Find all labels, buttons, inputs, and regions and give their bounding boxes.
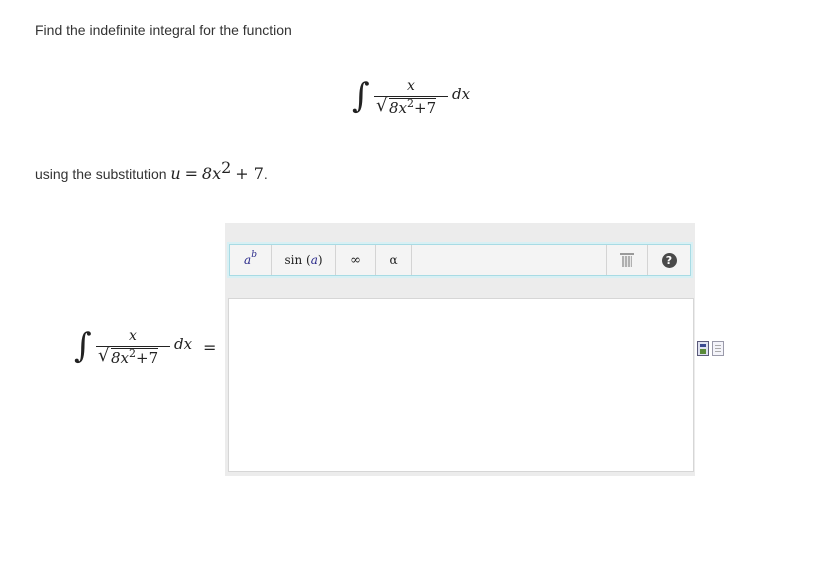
substitution-eq: =	[184, 164, 199, 183]
infinity-button[interactable]: ∞	[336, 245, 376, 275]
integral-sign: ∫	[352, 76, 370, 116]
differential: dx	[452, 85, 471, 103]
help-button[interactable]: ?	[648, 245, 690, 275]
question-prompt: Find the indefinite integral for the fun…	[35, 22, 292, 38]
integral-sign: ∫	[74, 326, 92, 366]
alpha-label: α	[389, 253, 398, 267]
equation-image-icon[interactable]	[697, 341, 709, 356]
radicand-tail: +7	[136, 349, 159, 367]
radicand-tail: +7	[414, 99, 437, 117]
substitution-var: u	[170, 164, 181, 183]
sin-button[interactable]: sin (a)	[272, 245, 336, 275]
radical-sign: √	[376, 95, 388, 116]
infinity-label: ∞	[350, 252, 361, 268]
document-icon[interactable]	[712, 341, 724, 356]
help-icon: ?	[661, 252, 677, 268]
radicand: 8x2+7	[389, 97, 437, 117]
differential: dx	[174, 335, 193, 353]
power-base: a	[244, 253, 252, 267]
integrand-fraction: x √ 8x2+7	[96, 326, 170, 370]
substitution-tail: + 7	[235, 164, 264, 183]
radicand-base: 8x	[111, 349, 130, 367]
clear-button[interactable]	[606, 245, 648, 275]
sin-arg: a	[310, 253, 318, 267]
sin-label: sin	[284, 253, 303, 267]
radicand-base: 8x	[389, 99, 408, 117]
integral-display-top: ∫ x √ 8x2+7 dx	[352, 76, 482, 120]
radical-sign: √	[98, 345, 110, 366]
substitution-base: 8x	[201, 164, 222, 183]
substitution-text: using the substitution	[35, 166, 167, 182]
power-exponent: b	[251, 250, 257, 260]
integrand-numerator: x	[129, 328, 137, 344]
substitution-exponent: 2	[221, 158, 232, 177]
editor-toolbar: ab sin (a) ∞ α ?	[229, 244, 691, 276]
trash-icon	[620, 253, 634, 267]
radicand-exponent: 2	[129, 347, 137, 360]
power-button[interactable]: ab	[230, 245, 272, 275]
equals-sign: =	[203, 338, 217, 357]
substitution-end: .	[263, 166, 268, 182]
radicand-exponent: 2	[407, 97, 415, 110]
math-editor: ab sin (a) ∞ α ?	[225, 223, 695, 476]
integrand-fraction: x √ 8x2+7	[374, 76, 448, 120]
integral-display-answer: ∫ x √ 8x2+7 dx	[74, 326, 204, 370]
answer-input-area[interactable]	[228, 298, 694, 472]
greek-alpha-button[interactable]: α	[376, 245, 412, 275]
integrand-numerator: x	[407, 78, 415, 94]
substitution-line: using the substitution u = 8x2 + 7.	[35, 158, 268, 183]
radicand: 8x2+7	[111, 347, 159, 367]
